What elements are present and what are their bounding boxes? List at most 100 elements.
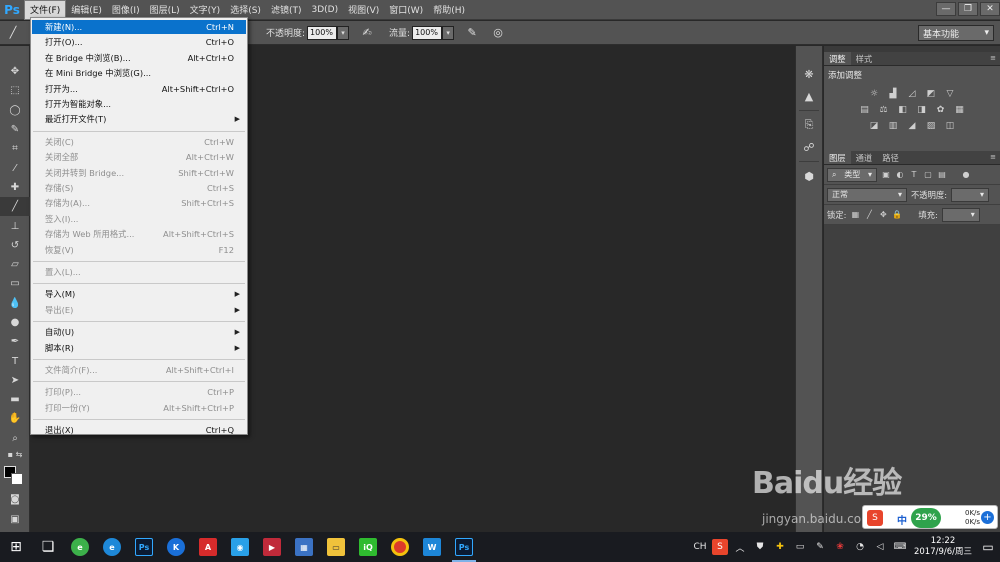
taskbar-app-qq-icon[interactable]: ◉ [224,532,256,562]
file-menu-item-23[interactable]: 退出(X) Ctrl+Q [32,423,246,437]
gradient-map-icon[interactable]: ▽ [943,88,957,100]
pixel-filter-icon[interactable]: ▣ [881,170,891,179]
tray-edit-icon[interactable]: ✎ [812,539,828,555]
notification-center-icon[interactable]: ▭ [976,532,1000,562]
tray-360-icon[interactable]: ✚ [772,539,788,555]
file-menu-item-4[interactable]: 打开为... Alt+Shift+Ctrl+O [32,82,246,96]
menu-6[interactable]: 滤镜(T) [266,0,307,20]
file-menu-item-19[interactable]: 脚本(R) ▶ [32,341,246,355]
tab-paths[interactable]: 路径 [877,151,904,164]
healing-brush-tool-icon[interactable]: ✚ [0,178,30,197]
crop-tool-icon[interactable]: ⌗ [0,139,30,158]
brush-tool-icon[interactable]: ╱ [0,197,30,217]
airbrush-icon[interactable]: ✎ [464,25,480,41]
threshold-icon[interactable]: ◢ [905,120,919,132]
taskbar-clock[interactable]: 12:22 2017/9/6/周三 [910,536,976,558]
taskbar-app-flag-icon[interactable]: ▶ [256,532,288,562]
history-brush-tool-icon[interactable]: ↺ [0,236,30,255]
network-speed-widget[interactable]: S 中 29% 0K/s 0K/s + [862,505,998,529]
quick-select-tool-icon[interactable]: ✎ [0,120,30,139]
posterize-icon[interactable]: ▥ [886,120,900,132]
windows-start-icon[interactable]: ⊞ [0,532,32,562]
tray-keyboard-icon[interactable]: ⌨ [892,539,908,555]
add-icon[interactable]: + [981,511,994,524]
restore-button[interactable]: ❐ [958,2,978,16]
workspace-select[interactable]: 基本功能 ▾ [918,25,994,41]
shape-filter-icon[interactable]: ▢ [923,170,933,179]
menu-10[interactable]: 帮助(H) [428,0,470,20]
taskbar-app-photoshop-active-icon[interactable]: Ps [448,532,480,562]
file-menu-item-5[interactable]: 打开为智能对象... [32,97,246,111]
layer-filter-select[interactable]: ⌕ 类型 ▾ [827,167,877,182]
tray-chevron-up-icon[interactable]: ︿ [732,539,748,555]
lock-all-icon[interactable]: 🔒 [892,210,902,219]
taskbar-app-ie-icon[interactable]: e [96,532,128,562]
brush-preset-icon[interactable]: ╱ [4,25,22,41]
zoom-tool-icon[interactable]: ⌕ [0,429,30,448]
blur-tool-icon[interactable]: 💧 [0,294,30,313]
tray-shield-icon[interactable]: ⛊ [752,539,768,555]
flow-dropdown-icon[interactable]: ▾ [442,25,455,40]
flow-input[interactable]: 100% [412,25,443,40]
vibrance-icon[interactable]: ▤ [858,104,872,116]
eyedropper-tool-icon[interactable]: ⁄ [0,158,30,177]
color-balance-icon[interactable]: ◧ [896,104,910,116]
background-color-swatch[interactable] [11,473,23,485]
channel-mixer-icon[interactable]: ▦ [953,104,967,116]
invert-icon[interactable]: ◪ [867,120,881,132]
history-panel-icon[interactable]: ⎘ [796,115,822,135]
opacity-input[interactable]: 100% [307,25,338,40]
taskbar-app-explorer-icon[interactable]: ▭ [320,532,352,562]
eraser-tool-icon[interactable]: ▱ [0,255,30,274]
dodge-tool-icon[interactable]: ● [0,313,30,332]
task-view-icon[interactable]: ❏ [32,532,64,562]
screen-mode-icon[interactable]: ▣ [0,510,30,529]
smart-object-filter-icon[interactable]: ▤ [937,170,947,179]
photo-filter-icon[interactable]: ✿ [934,104,948,116]
fill-input[interactable]: ▾ [941,207,980,222]
opacity-dropdown-icon[interactable]: ▾ [337,25,350,40]
levels-icon[interactable]: ▟ [886,88,900,100]
file-menu-item-2[interactable]: 在 Bridge 中浏览(B)... Alt+Ctrl+O [32,51,246,65]
file-menu-item-3[interactable]: 在 Mini Bridge 中浏览(G)... [32,66,246,80]
taskbar-app-chrome-icon[interactable] [384,532,416,562]
gradient-tool-icon[interactable]: ▭ [0,274,30,293]
panel-menu-icon[interactable]: ≡ [990,153,996,161]
tray-wifi-icon[interactable]: ◔ [852,539,868,555]
tab-adjustments[interactable]: 调整 [824,52,851,65]
brush-panel-icon[interactable]: ❋ [796,64,822,84]
tray-battery-icon[interactable]: ▭ [792,539,808,555]
path-selection-tool-icon[interactable]: ➤ [0,371,30,390]
menu-9[interactable]: 窗口(W) [384,0,428,20]
filter-toggle-icon[interactable]: ● [961,170,971,179]
taskbar-app-video-icon[interactable]: ▦ [288,532,320,562]
tab-styles[interactable]: 样式 [851,52,878,65]
tray-volume-icon[interactable]: ◁ [872,539,888,555]
taskbar-app-360-icon[interactable]: e [64,532,96,562]
close-button[interactable]: ✕ [980,2,1000,16]
sogou-ime-icon[interactable]: S [867,510,883,526]
tab-channels[interactable]: 通道 [851,151,878,164]
3d-panel-icon[interactable]: ⬢ [796,166,822,186]
lasso-tool-icon[interactable]: ◯ [0,101,30,120]
gradient-fill-icon[interactable]: ◫ [943,120,957,132]
taskbar-app-kugou-icon[interactable]: K [160,532,192,562]
file-menu-item-0[interactable]: 新建(N)... Ctrl+N [32,20,246,34]
pressure-opacity-icon[interactable]: ✍ [359,25,375,41]
curves-icon[interactable]: ◿ [905,88,919,100]
file-menu-item-6[interactable]: 最近打开文件(T) ▶ [32,112,246,126]
tab-layers[interactable]: 图层 [824,151,851,164]
adjustment-filter-icon[interactable]: ◐ [895,170,905,179]
blend-mode-select[interactable]: 正常 ▾ [827,187,907,202]
hand-tool-icon[interactable]: ✋ [0,409,30,428]
taskbar-app-word-icon[interactable]: W [416,532,448,562]
pressure-size-icon[interactable]: ◎ [490,25,506,41]
type-filter-icon[interactable]: T [909,170,919,179]
taskbar-app-iqiyi-icon[interactable]: iQ [352,532,384,562]
minimize-button[interactable]: — [936,2,956,16]
type-tool-icon[interactable]: T [0,351,30,370]
menu-8[interactable]: 视图(V) [343,0,384,20]
hue-saturation-icon[interactable]: ⚖ [877,104,891,116]
black-white-icon[interactable]: ◨ [915,104,929,116]
tray-language-label[interactable]: CH [692,539,708,555]
